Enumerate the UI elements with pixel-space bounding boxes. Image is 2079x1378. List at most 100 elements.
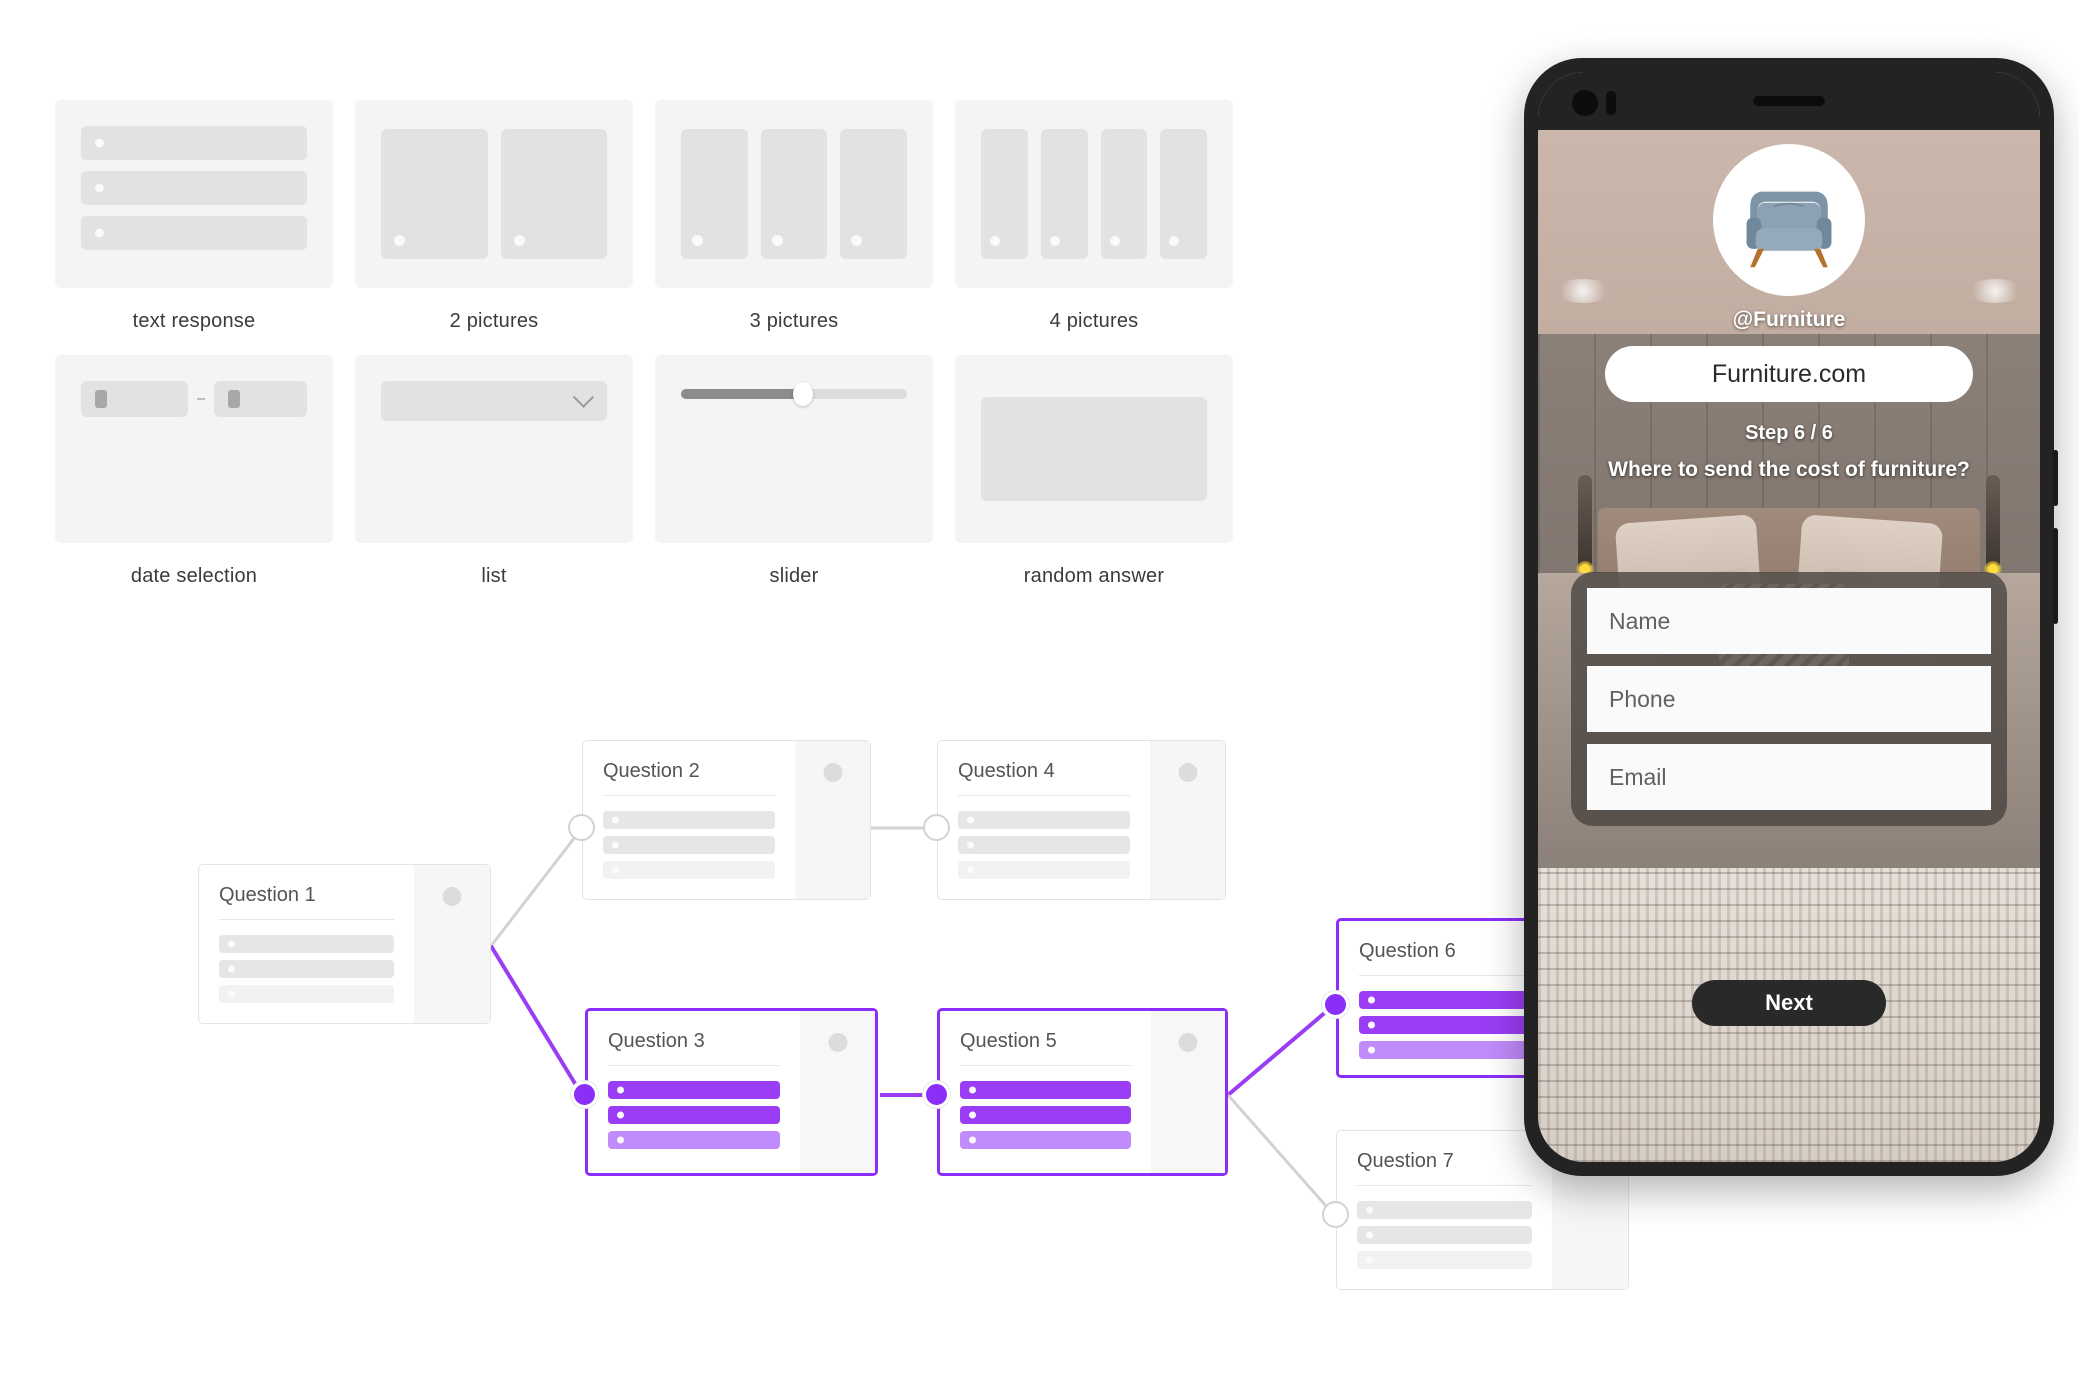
gallery-item-4-pictures[interactable]: 4 pictures <box>955 100 1233 333</box>
option-row[interactable] <box>960 1081 1131 1099</box>
flow-card-options <box>1359 991 1532 1059</box>
flow-card-options <box>219 935 395 1003</box>
option-row[interactable] <box>1359 1016 1532 1034</box>
random-answer-preview <box>955 355 1233 543</box>
flow-card-title: Question 3 <box>608 1030 705 1052</box>
connector-node-q7-in[interactable] <box>1322 1201 1349 1228</box>
option-row[interactable] <box>608 1131 781 1149</box>
flow-card-body: Question 7 <box>1337 1131 1552 1289</box>
connector-node-q3-in[interactable] <box>571 1081 598 1108</box>
flow-card-title: Question 7 <box>1357 1150 1454 1172</box>
picture-tile <box>981 129 1028 259</box>
option-row[interactable] <box>1359 1041 1532 1059</box>
gallery-row-1: text response 2 pictures 3 pictures 4 pi… <box>55 100 1235 333</box>
slider-control[interactable] <box>681 381 907 407</box>
divider <box>608 1065 781 1066</box>
flow-card-body: Question 3 <box>588 1011 800 1173</box>
story-overlay: @Furniture Furniture.com Step 6 / 6 Wher… <box>1538 72 2040 1162</box>
calendar-icon <box>228 390 241 408</box>
flow-card-body: Question 2 <box>583 741 795 899</box>
option-row[interactable] <box>958 836 1131 854</box>
connector-node-q4-in[interactable] <box>923 814 950 841</box>
connector-node-q6-in[interactable] <box>1322 991 1349 1018</box>
flow-card-body: Question 6 <box>1339 921 1551 1075</box>
text-response-preview <box>55 100 333 288</box>
picture-tile <box>681 129 748 259</box>
date-range-row <box>81 381 307 417</box>
phone-volume-button[interactable] <box>2053 450 2058 506</box>
flow-card-body: Question 5 <box>940 1011 1151 1173</box>
gallery-item-text-response[interactable]: text response <box>55 100 333 333</box>
phone-power-button[interactable] <box>2053 528 2058 624</box>
card-menu-icon[interactable] <box>823 763 843 782</box>
gallery-item-random-answer[interactable]: random answer <box>955 355 1233 588</box>
picture-tile <box>840 129 908 259</box>
picture-tile <box>381 129 488 259</box>
account-handle: @Furniture <box>1732 308 1846 331</box>
gallery-item-slider[interactable]: slider <box>655 355 933 588</box>
phone-screen: @Furniture Furniture.com Step 6 / 6 Wher… <box>1538 72 2040 1162</box>
avatar <box>1713 144 1865 296</box>
gallery-item-2-pictures[interactable]: 2 pictures <box>355 100 633 333</box>
card-menu-icon[interactable] <box>828 1033 848 1052</box>
phone-field[interactable]: Phone <box>1587 666 1991 732</box>
flow-card-question-3[interactable]: Question 3 <box>585 1008 878 1176</box>
picture-tile <box>1100 129 1148 259</box>
connector-node-q5-in[interactable] <box>923 1081 950 1108</box>
option-row[interactable] <box>603 811 776 829</box>
gallery-item-label: slider <box>769 565 819 587</box>
divider <box>1357 1185 1533 1186</box>
card-menu-icon[interactable] <box>1178 1033 1198 1052</box>
option-row[interactable] <box>1359 991 1532 1009</box>
gallery-item-list[interactable]: list <box>355 355 633 588</box>
option-row[interactable] <box>1357 1251 1533 1269</box>
option-row[interactable] <box>958 811 1131 829</box>
flow-card-side <box>795 741 870 899</box>
slider-preview <box>655 355 933 543</box>
flow-card-question-2[interactable]: Question 2 <box>582 740 871 900</box>
option-row[interactable] <box>603 836 776 854</box>
flow-card-question-4[interactable]: Question 4 <box>937 740 1226 900</box>
flow-card-question-1[interactable]: Question 1 <box>198 864 491 1024</box>
gallery-item-label: 2 pictures <box>449 310 539 332</box>
card-menu-icon[interactable] <box>442 887 462 906</box>
list-preview <box>355 355 633 543</box>
question-type-gallery: text response 2 pictures 3 pictures 4 pi… <box>55 100 1235 588</box>
option-row[interactable] <box>960 1131 1131 1149</box>
gallery-item-date-selection[interactable]: date selection <box>55 355 333 588</box>
pictures-2-preview <box>355 100 633 288</box>
flow-card-options <box>603 811 776 879</box>
earpiece-speaker-icon <box>1753 96 1825 106</box>
brand-pill[interactable]: Furniture.com <box>1605 346 1973 402</box>
option-row[interactable] <box>608 1081 781 1099</box>
option-row[interactable] <box>1357 1226 1533 1244</box>
email-field[interactable]: Email <box>1587 744 1991 810</box>
date-end-field[interactable] <box>214 381 307 417</box>
option-row[interactable] <box>960 1106 1131 1124</box>
option-row[interactable] <box>608 1106 781 1124</box>
gallery-item-label: list <box>481 565 507 587</box>
date-start-field[interactable] <box>81 381 189 417</box>
option-row[interactable] <box>219 960 395 978</box>
option-row[interactable] <box>958 861 1131 879</box>
text-response-bars <box>81 126 307 250</box>
flow-card-question-5[interactable]: Question 5 <box>937 1008 1228 1176</box>
option-row[interactable] <box>1357 1201 1533 1219</box>
flow-card-title: Question 2 <box>603 760 700 782</box>
date-selection-preview <box>55 355 333 543</box>
connector-node-q2-in[interactable] <box>568 814 595 841</box>
picture-tile <box>760 129 828 259</box>
date-range-dash <box>197 398 206 400</box>
flow-card-title: Question 6 <box>1359 940 1456 962</box>
name-field[interactable]: Name <box>1587 588 1991 654</box>
option-row[interactable] <box>219 935 395 953</box>
gallery-item-3-pictures[interactable]: 3 pictures <box>655 100 933 333</box>
lead-form-panel: Name Phone Email <box>1571 572 2007 826</box>
option-row[interactable] <box>603 861 776 879</box>
dropdown-select[interactable] <box>381 381 607 421</box>
slider-thumb[interactable] <box>793 382 814 406</box>
next-button[interactable]: Next <box>1692 980 1886 1026</box>
picture-tile <box>500 129 607 259</box>
option-row[interactable] <box>219 985 395 1003</box>
card-menu-icon[interactable] <box>1178 763 1198 782</box>
